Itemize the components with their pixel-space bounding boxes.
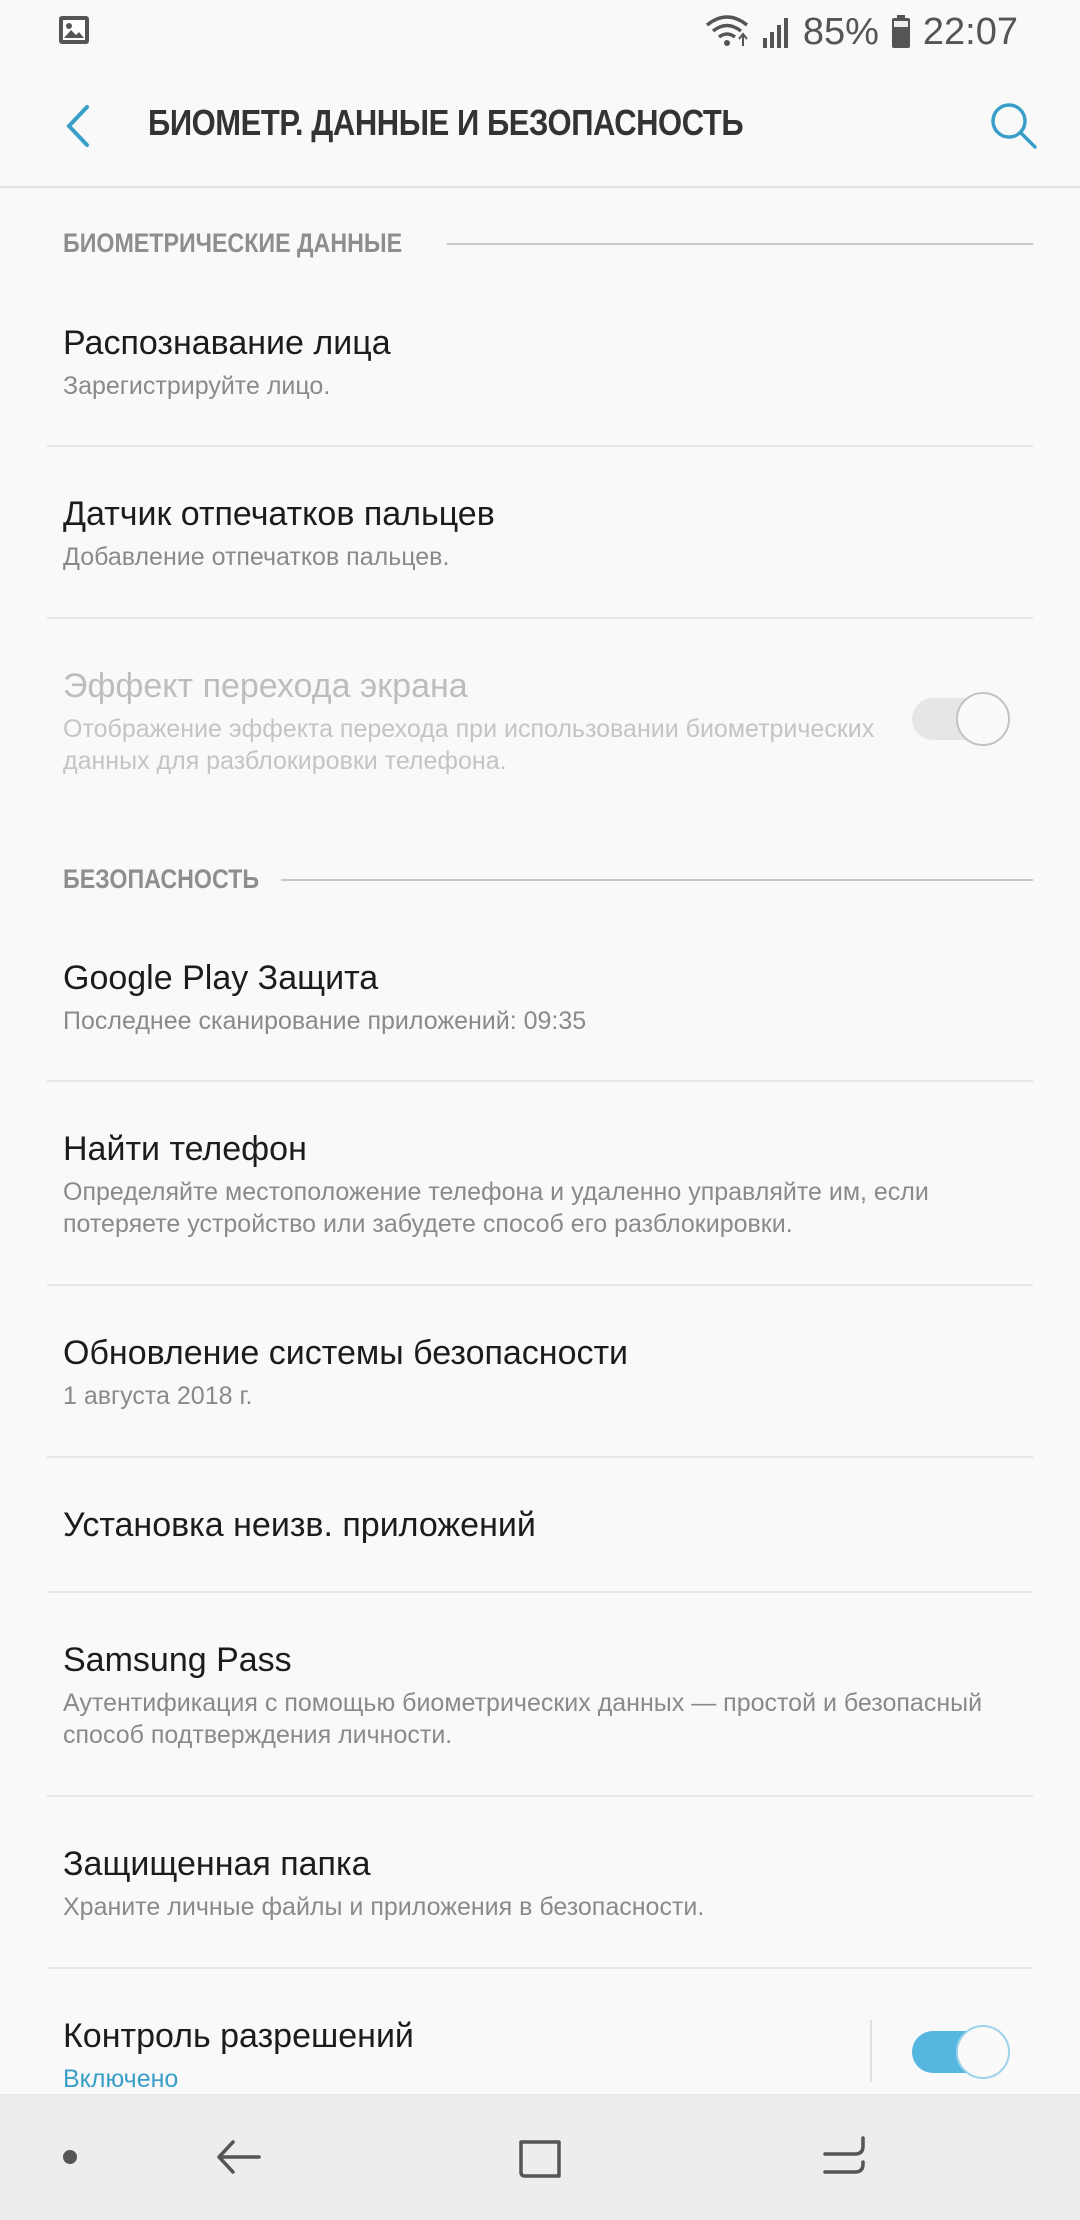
clock: 22:07 xyxy=(922,10,1018,53)
navigation-bar xyxy=(0,2094,1080,2220)
wifi-icon xyxy=(705,15,749,49)
item-title: Установка неизв. приложений xyxy=(63,1506,536,1544)
section-title: БИОМЕТРИЧЕСКИЕ ДАННЫЕ xyxy=(63,228,403,258)
recents-icon xyxy=(823,2136,865,2174)
item-subtitle: Определяйте местоположение телефона и уд… xyxy=(63,1178,929,1238)
page-title: БИОМЕТР. ДАННЫЕ И БЕЗОПАСНОСТЬ xyxy=(148,102,744,143)
item-title: Распознавание лица xyxy=(63,324,391,362)
item-title: Эффект перехода экрана xyxy=(63,667,468,705)
find-my-phone-item[interactable]: Найти телефон Определяйте местоположение… xyxy=(0,1082,1080,1286)
battery-icon xyxy=(891,15,911,49)
permission-control-toggle[interactable] xyxy=(912,2025,1010,2079)
home-square-icon xyxy=(519,2140,561,2178)
google-play-protect-item[interactable]: Google Play Защита Последнее сканировани… xyxy=(0,935,1080,1081)
battery-percent: 85% xyxy=(802,10,879,53)
security-update-item[interactable]: Обновление системы безопасности 1 август… xyxy=(0,1286,1080,1458)
nav-dot-button[interactable] xyxy=(38,2125,102,2189)
screen-transition-effect-item[interactable]: Эффект перехода экрана Отображение эффек… xyxy=(0,619,1080,839)
screen-transition-toggle[interactable] xyxy=(912,692,1010,746)
item-title: Обновление системы безопасности xyxy=(63,1334,629,1372)
nav-recents-button[interactable] xyxy=(812,2125,876,2189)
face-recognition-item[interactable]: Распознавание лица Зарегистрируйте лицо. xyxy=(0,300,1080,446)
status-bar: 85% 22:07 xyxy=(0,0,1080,64)
back-button[interactable] xyxy=(46,94,110,158)
permission-control-item[interactable]: Контроль разрешений Включено xyxy=(0,1969,1080,2094)
item-subtitle: Зарегистрируйте лицо. xyxy=(63,372,331,400)
samsung-pass-item[interactable]: Samsung Pass Аутентификация с помощью би… xyxy=(0,1593,1080,1797)
item-title: Датчик отпечатков пальцев xyxy=(63,495,495,533)
fingerprint-sensor-item[interactable]: Датчик отпечатков пальцев Добавление отп… xyxy=(0,447,1080,619)
item-subtitle: Аутентификация с помощью биометрических … xyxy=(63,1689,983,1749)
search-button[interactable] xyxy=(982,94,1046,158)
section-header-biometrics: БИОМЕТРИЧЕСКИЕ ДАННЫЕ xyxy=(63,228,1033,259)
toggle-thumb xyxy=(956,692,1010,746)
item-title: Samsung Pass xyxy=(63,1641,292,1679)
item-status: Включено xyxy=(63,2065,179,2093)
nav-back-button[interactable] xyxy=(206,2125,270,2189)
item-subtitle: 1 августа 2018 г. xyxy=(63,1382,253,1410)
item-title: Найти телефон xyxy=(63,1130,307,1168)
item-title: Google Play Защита xyxy=(63,959,379,997)
section-title: БЕЗОПАСНОСТЬ xyxy=(63,864,260,894)
item-subtitle: Храните личные файлы и приложения в безо… xyxy=(63,1893,705,1921)
secure-folder-item[interactable]: Защищенная папка Храните личные файлы и … xyxy=(0,1797,1080,1969)
item-subtitle: Последнее сканирование приложений: 09:35 xyxy=(63,1007,587,1035)
dot-icon xyxy=(63,2150,77,2164)
section-divider xyxy=(447,242,1033,245)
chevron-left-icon xyxy=(66,105,89,147)
section-header-security: БЕЗОПАСНОСТЬ xyxy=(63,864,1033,895)
item-subtitle: Отображение эффекта перехода при использ… xyxy=(63,715,875,775)
install-unknown-apps-item[interactable]: Установка неизв. приложений xyxy=(0,1458,1080,1592)
toggle-thumb xyxy=(956,2025,1010,2079)
item-subtitle: Добавление отпечатков пальцев. xyxy=(63,543,450,571)
item-title: Контроль разрешений xyxy=(63,2017,414,2055)
back-arrow-icon xyxy=(217,2140,261,2174)
app-header: БИОМЕТР. ДАННЫЕ И БЕЗОПАСНОСТЬ xyxy=(0,64,1080,188)
item-title: Защищенная папка xyxy=(63,1845,371,1883)
signal-icon xyxy=(761,16,791,48)
nav-home-button[interactable] xyxy=(508,2125,572,2189)
gallery-notification-icon xyxy=(58,15,90,50)
section-divider xyxy=(280,878,1033,881)
vertical-divider xyxy=(870,2020,872,2082)
search-icon xyxy=(991,103,1037,149)
